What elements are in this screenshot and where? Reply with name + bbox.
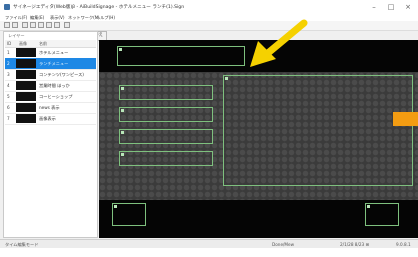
- layer-panel-label: レイヤー: [8, 33, 25, 38]
- copy-icon[interactable]: [38, 22, 44, 28]
- layer-name: コンテンツ(ワンピース): [39, 72, 84, 77]
- content-frame[interactable]: [223, 75, 413, 186]
- pointer-arrow-icon: [250, 19, 308, 67]
- footer-frame-left[interactable]: [112, 203, 146, 226]
- layer-number: 5: [7, 94, 10, 99]
- layer-thumbnail: [16, 48, 36, 57]
- text-frame-4[interactable]: [119, 151, 213, 166]
- title-frame[interactable]: [117, 46, 245, 66]
- layer-number: 3: [7, 72, 10, 77]
- resize-handle[interactable]: [114, 205, 117, 208]
- layer-thumbnail: [16, 59, 36, 68]
- open-icon[interactable]: [12, 22, 18, 28]
- minimize-button[interactable]: –: [367, 2, 381, 12]
- layer-number: 4: [7, 83, 10, 88]
- close-button[interactable]: ×: [401, 2, 415, 12]
- resize-handle[interactable]: [121, 131, 124, 134]
- layer-name: ランチメニュー: [39, 61, 69, 66]
- text-frame-1[interactable]: [119, 85, 213, 100]
- window-bottom-edge: [0, 248, 418, 257]
- status-done: Done/Mew: [272, 242, 295, 247]
- resize-handle[interactable]: [367, 205, 370, 208]
- app-window: サイネージエディタ(Web版)β - AiBuildSignage - ホテルメ…: [0, 0, 418, 257]
- layer-name: 画像表示: [39, 116, 56, 121]
- menu-bar: ファイル(F) 編集(E) 表示(V) ネットワーク(N) ヘルプ(H): [0, 14, 418, 21]
- column-id: ID: [7, 41, 12, 46]
- layer-number: 6: [7, 105, 10, 110]
- layer-name: news 表示: [39, 105, 60, 110]
- layer-name: 営業時間 ほっか: [39, 83, 70, 88]
- toolbar: [0, 21, 418, 31]
- layer-name: ホテルメニュー: [39, 50, 69, 55]
- undo-icon[interactable]: [22, 22, 28, 28]
- resize-handle[interactable]: [121, 109, 124, 112]
- save-icon[interactable]: [4, 22, 10, 28]
- delete-icon[interactable]: [54, 22, 60, 28]
- layer-number: 2: [7, 61, 10, 66]
- layer-thumbnail: [16, 81, 36, 90]
- maximize-button[interactable]: □: [384, 2, 398, 12]
- footer-frame-right[interactable]: [365, 203, 399, 226]
- paste-icon[interactable]: [46, 22, 52, 28]
- ticker-bar: [393, 112, 418, 126]
- layer-number: 7: [7, 116, 10, 121]
- layer-thumbnail: [16, 103, 36, 112]
- play-icon[interactable]: [64, 22, 70, 28]
- layer-name: コーヒーショップ: [39, 94, 73, 99]
- redo-icon[interactable]: [30, 22, 36, 28]
- layer-thumbnail: [16, 92, 36, 101]
- window-title: サイネージエディタ(Web版)β - AiBuildSignage - ホテルメ…: [13, 5, 185, 10]
- title-bar: サイネージエディタ(Web版)β - AiBuildSignage - ホテルメ…: [0, 0, 418, 14]
- layer-number: 1: [7, 50, 10, 55]
- status-version: 9.0.8.1: [396, 242, 411, 247]
- resize-handle[interactable]: [121, 87, 124, 90]
- layer-thumbnail: [16, 114, 36, 123]
- layer-thumbnail: [16, 70, 36, 79]
- text-frame-2[interactable]: [119, 107, 213, 122]
- text-frame-3[interactable]: [119, 129, 213, 144]
- resize-handle[interactable]: [119, 48, 122, 51]
- layer-panel: レイヤー ID 画像 名前 1 ホテルメニュー 2 ランチメニュー 3 コンテン…: [3, 31, 98, 238]
- resize-handle[interactable]: [225, 77, 228, 80]
- resize-handle[interactable]: [121, 153, 124, 156]
- app-icon: [4, 4, 10, 10]
- status-datetime: 2/1/28 8/23 ⊞: [340, 242, 370, 247]
- layer-row[interactable]: 7 画像表示: [5, 113, 96, 125]
